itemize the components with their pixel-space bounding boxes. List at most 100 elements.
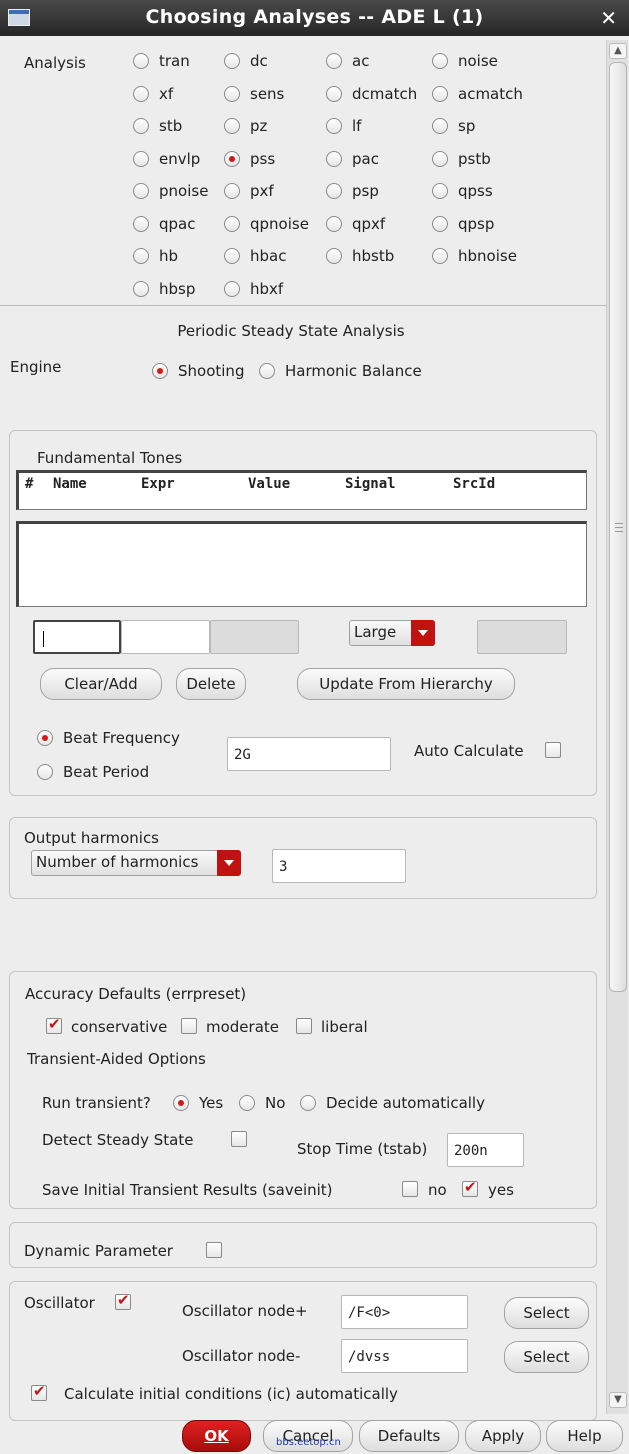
moderate-checkbox[interactable]: [181, 1018, 197, 1034]
analysis-radio-sens[interactable]: sens: [224, 85, 284, 103]
radio-icon: [326, 86, 342, 102]
scrollbar-thumb[interactable]: [609, 62, 627, 992]
col-name: Name: [53, 476, 87, 492]
run-transient-auto-radio[interactable]: Decide automatically: [300, 1094, 485, 1112]
analysis-radio-hb[interactable]: hb: [133, 247, 178, 265]
analysis-radio-tran[interactable]: tran: [133, 52, 190, 70]
radio-icon: [133, 216, 149, 232]
ok-button[interactable]: OK: [182, 1420, 251, 1452]
radio-selected-icon: [173, 1095, 189, 1111]
oscillator-node-minus-label: Oscillator node-: [182, 1347, 301, 1365]
radio-icon: [133, 281, 149, 297]
delete-button[interactable]: Delete: [176, 668, 246, 700]
tone-signal-dropdown[interactable]: Large: [349, 620, 435, 646]
analysis-radio-noise[interactable]: noise: [432, 52, 498, 70]
engine-harmonic-balance-radio[interactable]: Harmonic Balance: [259, 362, 422, 380]
analysis-radio-acmatch[interactable]: acmatch: [432, 85, 523, 103]
conservative-checkbox[interactable]: ✔: [46, 1015, 62, 1034]
dynamic-parameter-checkbox[interactable]: [206, 1242, 222, 1258]
analysis-radio-qpsp[interactable]: qpsp: [432, 215, 494, 233]
select-node-plus-button[interactable]: Select: [504, 1297, 589, 1329]
radio-icon: [326, 248, 342, 264]
analysis-radio-qpac[interactable]: qpac: [133, 215, 195, 233]
run-transient-yes-radio[interactable]: Yes: [173, 1094, 223, 1112]
analysis-radio-sp[interactable]: sp: [432, 117, 475, 135]
analysis-radio-pss[interactable]: pss: [224, 150, 275, 168]
beat-value-input[interactable]: 2G: [227, 737, 391, 771]
oscillator-checkbox[interactable]: ✔: [115, 1291, 131, 1310]
vertical-scrollbar[interactable]: ▲ ▼: [606, 40, 628, 1414]
analysis-radio-hbac[interactable]: hbac: [224, 247, 286, 265]
oscillator-node-plus-input[interactable]: /F<0>: [341, 1295, 468, 1329]
analysis-radio-pstb[interactable]: pstb: [432, 150, 491, 168]
select-node-minus-button[interactable]: Select: [504, 1341, 589, 1373]
save-init-yes-checkbox[interactable]: ✔: [462, 1178, 478, 1197]
analysis-radio-hbxf[interactable]: hbxf: [224, 280, 283, 298]
col-expr: Expr: [141, 476, 175, 492]
moderate-label: moderate: [206, 1018, 280, 1036]
calc-ic-label: Calculate initial conditions (ic) automa…: [64, 1385, 398, 1403]
harmonics-mode-dropdown[interactable]: Number of harmonics: [31, 850, 241, 876]
checkmark-icon: ✔: [48, 1015, 61, 1033]
col-srcid: SrcId: [453, 476, 496, 492]
scroll-up-icon[interactable]: ▲: [609, 43, 627, 59]
radio-icon: [133, 86, 149, 102]
analysis-radio-dcmatch[interactable]: dcmatch: [326, 85, 417, 103]
help-button[interactable]: Help: [546, 1420, 623, 1452]
beat-period-radio[interactable]: Beat Period: [37, 763, 149, 781]
beat-frequency-radio[interactable]: Beat Frequency: [37, 729, 180, 747]
tones-table-body[interactable]: [16, 521, 587, 607]
analysis-radio-pz[interactable]: pz: [224, 117, 267, 135]
analysis-radio-xf[interactable]: xf: [133, 85, 173, 103]
analysis-radio-hbnoise[interactable]: hbnoise: [432, 247, 517, 265]
analysis-radio-dc[interactable]: dc: [224, 52, 268, 70]
engine-shooting-radio[interactable]: Shooting: [152, 362, 244, 380]
stop-time-input[interactable]: 200n: [447, 1133, 524, 1167]
analysis-radio-pxf[interactable]: pxf: [224, 182, 274, 200]
analysis-radio-psp[interactable]: psp: [326, 182, 379, 200]
analysis-radio-hbsp[interactable]: hbsp: [133, 280, 195, 298]
analysis-radio-pac[interactable]: pac: [326, 150, 379, 168]
oscillator-node-minus-input[interactable]: /dvss: [341, 1339, 468, 1373]
defaults-button[interactable]: Defaults: [359, 1420, 459, 1452]
apply-button[interactable]: Apply: [465, 1420, 541, 1452]
radio-icon: [432, 53, 448, 69]
tone-name-input[interactable]: [33, 620, 121, 654]
radio-icon: [224, 53, 240, 69]
liberal-label: liberal: [321, 1018, 368, 1036]
harmonics-count-input[interactable]: 3: [272, 849, 406, 883]
analysis-radio-qpxf[interactable]: qpxf: [326, 215, 385, 233]
analysis-radio-envlp[interactable]: envlp: [133, 150, 200, 168]
radio-icon: [326, 216, 342, 232]
radio-icon: [326, 53, 342, 69]
detect-steady-state-checkbox[interactable]: [231, 1131, 247, 1147]
analysis-radio-qpss[interactable]: qpss: [432, 182, 493, 200]
analysis-radio-qpnoise[interactable]: qpnoise: [224, 215, 309, 233]
calc-ic-checkbox[interactable]: ✔: [31, 1382, 47, 1401]
output-harmonics-title: Output harmonics: [24, 829, 159, 847]
tone-expr-input[interactable]: [121, 620, 210, 654]
close-icon[interactable]: ✕: [600, 6, 617, 30]
clear-add-button[interactable]: Clear/Add: [40, 668, 162, 700]
update-from-hierarchy-button[interactable]: Update From Hierarchy: [297, 668, 515, 700]
radio-icon: [432, 216, 448, 232]
analysis-radio-stb[interactable]: stb: [133, 117, 182, 135]
analysis-radio-ac[interactable]: ac: [326, 52, 369, 70]
analysis-radio-hbstb[interactable]: hbstb: [326, 247, 394, 265]
radio-icon: [133, 151, 149, 167]
radio-icon: [133, 53, 149, 69]
auto-calculate-checkbox[interactable]: [545, 742, 561, 758]
analysis-radio-pnoise[interactable]: pnoise: [133, 182, 208, 200]
liberal-checkbox[interactable]: [296, 1018, 312, 1034]
transient-options-title: Transient-Aided Options: [27, 1050, 206, 1068]
save-init-no-checkbox[interactable]: [402, 1181, 418, 1197]
scroll-down-icon[interactable]: ▼: [609, 1392, 627, 1408]
detect-steady-state-label: Detect Steady State: [42, 1131, 194, 1149]
radio-selected-icon: [37, 730, 53, 746]
radio-icon: [224, 281, 240, 297]
radio-icon: [224, 248, 240, 264]
analysis-radio-lf[interactable]: lf: [326, 117, 361, 135]
radio-selected-icon: [152, 363, 168, 379]
oscillator-node-plus-label: Oscillator node+: [182, 1302, 308, 1320]
run-transient-no-radio[interactable]: No: [239, 1094, 285, 1112]
